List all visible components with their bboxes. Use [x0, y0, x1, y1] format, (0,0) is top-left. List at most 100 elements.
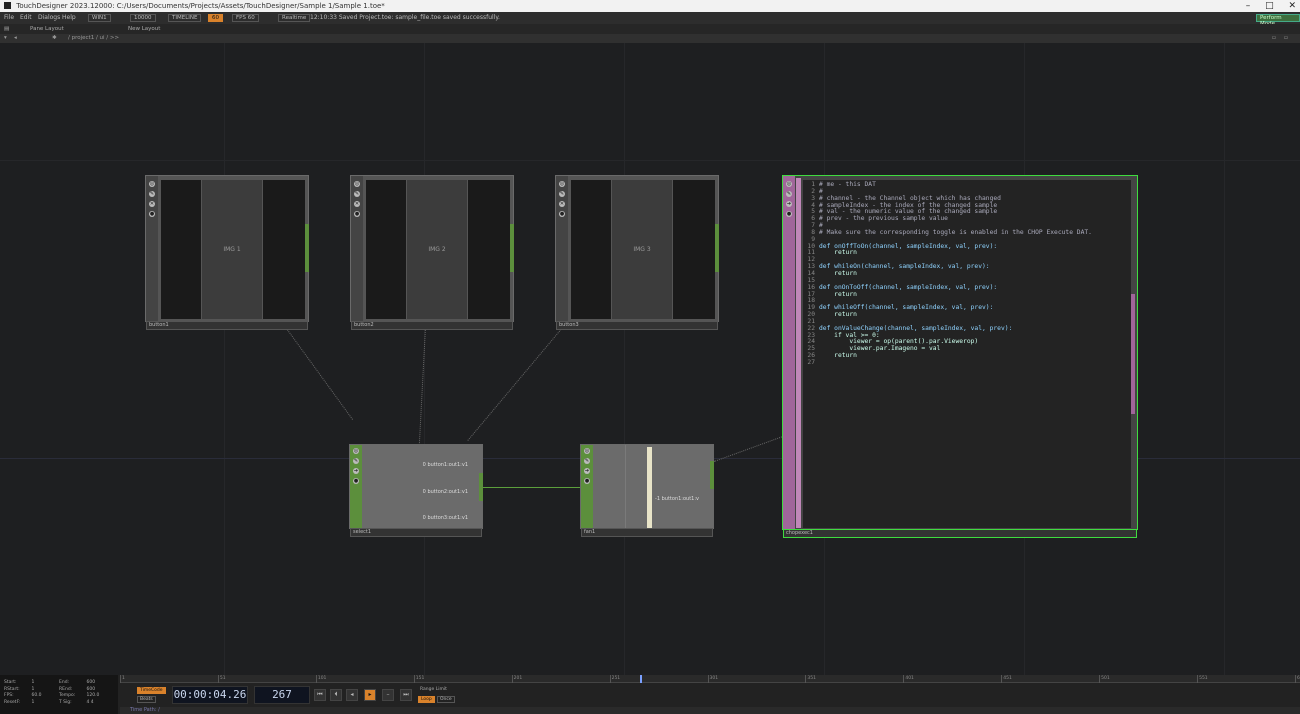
maximize-icon[interactable]: □	[1265, 1, 1274, 11]
pane-close-icon[interactable]: ▫	[1284, 34, 1288, 43]
step-back-icon[interactable]: ⏴	[330, 689, 342, 701]
end-icon[interactable]: ⏭	[400, 689, 412, 701]
beats-toggle[interactable]: Beats	[137, 696, 156, 703]
info-icon[interactable]: ◎	[559, 181, 565, 187]
lock-icon[interactable]: ●	[584, 478, 590, 484]
home-icon[interactable]: ✱	[52, 34, 57, 43]
stat-value[interactable]: 4 4	[87, 700, 115, 707]
node-label[interactable]: button1	[146, 321, 308, 330]
wand-icon[interactable]: ✎	[354, 191, 360, 197]
code-text[interactable]: # prev - the previous sample value	[819, 215, 948, 222]
info-icon[interactable]: ◎	[786, 181, 792, 187]
grid-line	[0, 160, 1300, 161]
rewind-icon[interactable]: ⏮	[314, 689, 326, 701]
bypass-icon[interactable]: ✕	[149, 201, 155, 207]
code-text[interactable]: return	[819, 291, 857, 298]
node-label[interactable]: chopexec1	[783, 529, 1137, 538]
node-label[interactable]: button3	[556, 321, 718, 330]
timeline-chip[interactable]: TIMELINE	[168, 14, 202, 22]
node-label[interactable]: select1	[350, 528, 482, 537]
scrollbar-thumb[interactable]	[1131, 294, 1135, 414]
lock-icon[interactable]: ●	[149, 211, 155, 217]
step-forward-icon[interactable]: –	[382, 689, 394, 701]
stat-label: T Sig:	[59, 699, 72, 705]
frame-display[interactable]: 267	[254, 686, 310, 704]
button1-node[interactable]: ◎ ✎ ✕ ● IMG 1 button1	[145, 175, 309, 330]
win-chip[interactable]: WIN1	[88, 14, 111, 22]
info-icon[interactable]: ◎	[354, 181, 360, 187]
nav-down-icon[interactable]: ▾	[4, 34, 7, 43]
info-icon[interactable]: ◎	[353, 448, 359, 454]
chopexec1-node[interactable]: ◎ ✎ ➔ ● 1 # me - this DAT 2 #3 # channel - t…	[782, 175, 1138, 538]
code-line[interactable]: 14 return	[803, 270, 1131, 278]
code-line[interactable]: 6 # prev - the previous sample value	[803, 215, 1131, 223]
wand-icon[interactable]: ✎	[584, 458, 590, 464]
code-line[interactable]: 27	[803, 359, 1131, 367]
pane-split-icon[interactable]: ▤	[4, 24, 9, 34]
nav-back-icon[interactable]: ◂	[14, 34, 17, 43]
channel-value: 0 button3:out1:v1	[422, 515, 468, 521]
pane-maximize-icon[interactable]: ▫	[1272, 34, 1276, 43]
network-path[interactable]: / project1 / ui / >>	[68, 34, 119, 43]
network-editor[interactable]: ◎ ✎ ✕ ● IMG 1 button1 ◎ ✎ ✕ ● IMG 2 butt…	[0, 43, 1300, 675]
timeline-ruler[interactable]: 151101151201251301351401451501551600	[120, 675, 1300, 683]
close-icon[interactable]: ✕	[1288, 1, 1296, 11]
code-line[interactable]: 11 return	[803, 250, 1131, 257]
fps-indicator[interactable]: 60	[208, 14, 223, 22]
code-text[interactable]: return	[819, 249, 857, 257]
node-label[interactable]: fan1	[581, 528, 713, 537]
lock-icon[interactable]: ●	[559, 211, 565, 217]
code-line[interactable]: 20 return	[803, 311, 1131, 319]
new-layout-button[interactable]: New Layout	[128, 24, 160, 34]
info-icon[interactable]: ◎	[149, 181, 155, 187]
code-text[interactable]: return	[819, 270, 857, 277]
resolution-chip[interactable]: 10000	[130, 14, 156, 22]
play-reverse-icon[interactable]: ◂	[346, 689, 358, 701]
fan1-node[interactable]: ◎ ✎ ➔ ● -1 button1:out1:v fan1	[580, 444, 714, 537]
lock-icon[interactable]: ●	[353, 478, 359, 484]
realtime-chip[interactable]: Realtime	[278, 14, 311, 22]
bypass-icon[interactable]: ➔	[584, 468, 590, 474]
button3-node[interactable]: ◎ ✎ ✕ ● IMG 3 button3	[555, 175, 719, 330]
code-text[interactable]: return	[819, 352, 857, 359]
pane-layout-button[interactable]: Pane Layout	[30, 24, 64, 34]
code-line[interactable]: 17 return	[803, 291, 1131, 299]
code-line[interactable]: 8 # Make sure the corresponding toggle is…	[803, 229, 1131, 237]
wand-icon[interactable]: ✎	[559, 191, 565, 197]
menu-help[interactable]: Help	[62, 12, 76, 24]
play-icon[interactable]: ▸	[364, 689, 376, 701]
lock-icon[interactable]: ●	[786, 211, 792, 217]
code-line[interactable]: 1 # me - this DAT	[803, 181, 1131, 189]
timecode-toggle[interactable]: TimeCode	[137, 687, 166, 694]
playhead[interactable]	[640, 675, 642, 683]
output-indicator	[715, 224, 719, 272]
timecode-display[interactable]: 00:00:04.26	[172, 686, 248, 704]
wand-icon[interactable]: ✎	[786, 191, 792, 197]
button2-node[interactable]: ◎ ✎ ✕ ● IMG 2 button2	[350, 175, 514, 330]
wand-icon[interactable]: ✎	[353, 458, 359, 464]
code-editor[interactable]: 1 # me - this DAT 2 #3 # channel - the Chann…	[803, 180, 1131, 528]
info-icon[interactable]: ◎	[584, 448, 590, 454]
perform-mode-button[interactable]: Perform Mode	[1256, 14, 1300, 27]
wand-icon[interactable]: ✎	[149, 191, 155, 197]
loop-button[interactable]: Loop	[418, 696, 435, 703]
code-line[interactable]: 26 return	[803, 352, 1131, 360]
code-text[interactable]: # Make sure the corresponding toggle is …	[819, 229, 1092, 236]
bypass-icon[interactable]: ➔	[786, 201, 792, 207]
bypass-icon[interactable]: ➔	[353, 468, 359, 474]
once-button[interactable]: Once	[437, 696, 455, 703]
range-limit-label: Range Limit	[420, 687, 447, 692]
fps-chip[interactable]: FPS 60	[232, 14, 259, 22]
select1-node[interactable]: ◎ ✎ ➔ ● 0 button1:out1:v1 0 button2:out1…	[349, 444, 483, 537]
bypass-icon[interactable]: ✕	[354, 201, 360, 207]
bypass-icon[interactable]: ✕	[559, 201, 565, 207]
menu-edit[interactable]: Edit	[20, 12, 32, 24]
node-label[interactable]: button2	[351, 321, 513, 330]
menu-dialogs[interactable]: Dialogs	[38, 12, 60, 24]
menu-file[interactable]: File	[4, 12, 14, 24]
code-text[interactable]: return	[819, 311, 857, 318]
lock-icon[interactable]: ●	[354, 211, 360, 217]
stat-value[interactable]: 1	[32, 700, 60, 707]
code-text[interactable]: # me - this DAT	[819, 181, 876, 188]
minimize-icon[interactable]: –	[1246, 1, 1251, 11]
